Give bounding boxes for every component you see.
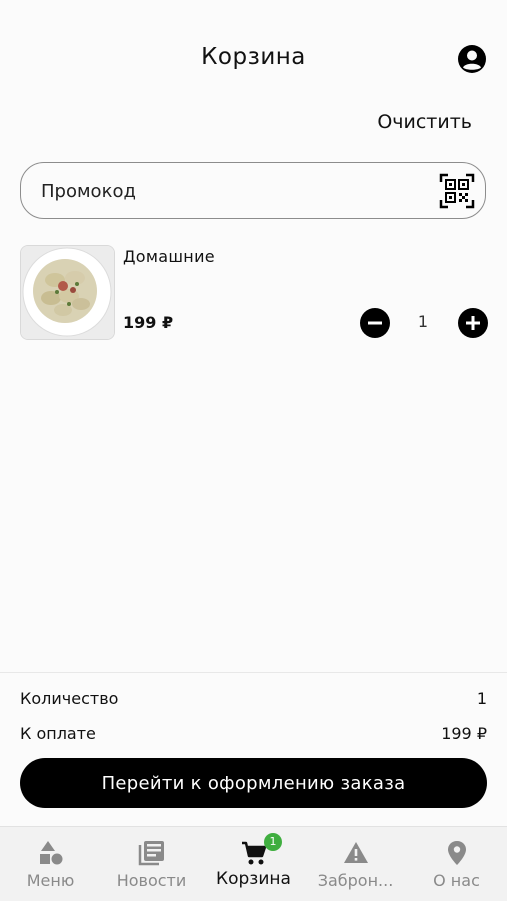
cart-item: Домашние 199 ₽ 1 [20, 245, 488, 340]
cart-badge: 1 [264, 833, 282, 851]
dish-image [20, 245, 115, 340]
bottom-navigation: Меню Новости 1 Корзина Заброн... О нас [0, 826, 507, 901]
checkout-button[interactable]: Перейти к оформлению заказа [20, 758, 487, 808]
nav-item-booking[interactable]: Заброн... [305, 827, 406, 901]
quantity-label: Количество [20, 689, 119, 708]
nav-label: Меню [26, 871, 75, 890]
total-value: 199 ₽ [441, 724, 487, 743]
warning-icon [343, 842, 368, 863]
promo-field [20, 162, 486, 219]
header: Корзина Очистить [0, 0, 507, 133]
nav-label: О нас [433, 871, 480, 890]
shapes-icon [39, 841, 62, 865]
qr-scan-icon[interactable] [439, 173, 475, 209]
item-quantity: 1 [417, 312, 429, 331]
nav-label: Заброн... [317, 871, 394, 890]
news-icon [138, 841, 164, 866]
item-price: 199 ₽ [123, 313, 174, 332]
nav-item-about[interactable]: О нас [406, 827, 507, 901]
location-pin-icon [447, 841, 466, 865]
profile-icon[interactable] [457, 44, 487, 74]
nav-label: Новости [116, 871, 187, 890]
total-label: К оплате [20, 724, 96, 743]
nav-item-menu[interactable]: Меню [0, 827, 101, 901]
promo-input[interactable] [39, 173, 423, 210]
nav-item-news[interactable]: Новости [101, 827, 202, 901]
decrease-quantity-button[interactable] [360, 308, 390, 338]
nav-label: Корзина [216, 869, 291, 889]
item-name: Домашние [123, 247, 215, 266]
clear-cart-button[interactable]: Очистить [377, 111, 472, 133]
quantity-value: 1 [476, 689, 487, 708]
increase-quantity-button[interactable] [458, 308, 488, 338]
page-title: Корзина [201, 44, 306, 70]
nav-item-cart[interactable]: 1 Корзина [202, 827, 305, 901]
